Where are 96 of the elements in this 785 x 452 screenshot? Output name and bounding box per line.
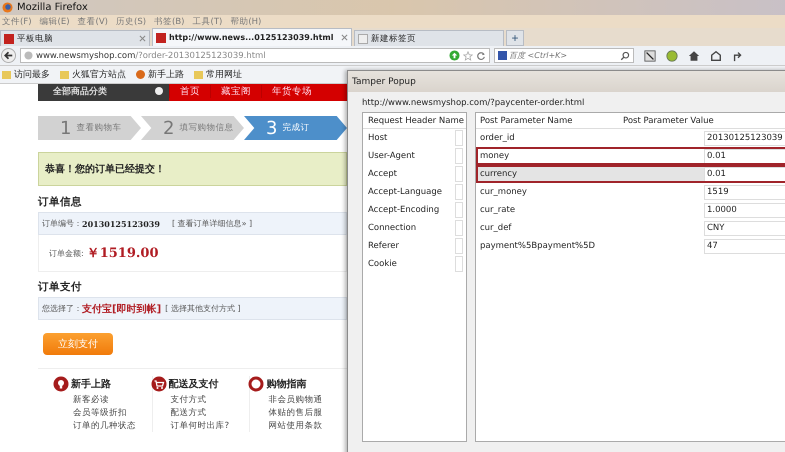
header-value-field[interactable] — [455, 238, 463, 254]
header-name[interactable]: Accept-Language — [368, 187, 442, 197]
order-number-label: 订单编号： — [42, 218, 82, 229]
progress-step: 3 完成订 — [244, 116, 347, 140]
footer-link[interactable]: 体贴的售后服 — [250, 407, 348, 419]
details-link[interactable]: [ 查看订单详细信息» ] — [172, 218, 252, 229]
amount-label: 订单金额: — [49, 248, 84, 258]
highlighted-parameter-row[interactable]: currency 0.01 — [476, 165, 785, 183]
menu-item[interactable]: 编辑(E) — [40, 16, 70, 28]
parameter-row[interactable]: cur_rate 1.0000 — [476, 201, 785, 219]
order-amount: ￥1519.00 — [86, 245, 159, 262]
section-heading: 订单支付 — [38, 280, 83, 294]
column-header: Post Parameter Value — [623, 116, 714, 126]
nav-link[interactable]: 首页 — [169, 84, 210, 98]
browser-tab[interactable]: http://www.news...0125123039.html — [152, 28, 352, 46]
progress-step: 1 查看购物车 — [38, 116, 141, 140]
bookmark-item[interactable]: 火狐官方站点 — [60, 68, 126, 81]
reload-icon[interactable] — [476, 50, 486, 60]
parameter-row[interactable]: order_id 20130125123039 — [476, 129, 785, 147]
back-icon[interactable] — [1, 48, 16, 63]
parameter-value-field[interactable]: 1.0000 — [704, 202, 785, 218]
success-message: 恭喜！您的订单已经提交！ — [38, 152, 347, 186]
parameter-row[interactable]: cur_money 1519 — [476, 183, 785, 201]
header-value-field[interactable] — [455, 220, 463, 236]
browser-tab[interactable]: 平板电脑 — [0, 30, 150, 46]
site-logo-icon — [4, 34, 14, 44]
parameter-row[interactable]: payment%5Bpayment%5D 47 — [476, 237, 785, 255]
footer-link[interactable]: 新客必读 — [55, 394, 152, 406]
close-icon[interactable] — [341, 34, 348, 41]
return-arrow-icon[interactable] — [732, 50, 744, 62]
address-field[interactable]: www.newsmyshop.com/?order-20130125123039.html — [20, 48, 490, 63]
header-name[interactable]: Cookie — [368, 259, 397, 269]
header-value-field[interactable] — [455, 184, 463, 200]
footer-link[interactable]: 会员等级折扣 — [55, 407, 152, 419]
popup-title: Tamper Popup — [348, 71, 785, 92]
footer-link[interactable]: 非会员购物通 — [250, 394, 348, 406]
footer-heading: 新手上路 — [71, 377, 111, 391]
highlighted-parameter-row[interactable]: money 0.01 — [476, 147, 785, 165]
footer-link[interactable]: 订单何时出库? — [152, 420, 250, 432]
search-icon[interactable] — [620, 50, 630, 60]
page-icon — [358, 34, 368, 44]
go-icon[interactable] — [449, 50, 460, 61]
header-value-field[interactable] — [455, 148, 463, 164]
request-url: http://www.newsmyshop.com/?paycenter-order.html — [362, 98, 586, 108]
search-bar[interactable]: 百度 <Ctrl+K> — [494, 48, 634, 63]
search-engine-icon — [498, 51, 507, 60]
browser-logo-icon — [2, 2, 13, 13]
parameter-row[interactable]: cur_def CNY — [476, 219, 785, 237]
footer-heading: 配送及支付 — [168, 378, 219, 391]
search-field[interactable]: 百度 <Ctrl+K> — [509, 51, 618, 60]
payment-method: 支付宝[即时到帐] — [82, 302, 162, 316]
header-value-field[interactable] — [455, 130, 463, 146]
new-tab-button[interactable]: + — [506, 30, 524, 46]
progress-step: 2 填写购物信息 — [141, 116, 244, 140]
close-icon[interactable] — [139, 35, 146, 42]
parameter-value-field[interactable]: 0.01 — [704, 166, 785, 182]
change-payment-link[interactable]: [ 选择其他支付方式 ] — [165, 303, 240, 314]
addon-icon[interactable] — [666, 50, 678, 62]
lightbulb-icon — [53, 376, 69, 392]
parameter-value-field[interactable]: 20130125123039 — [704, 130, 785, 146]
star-icon[interactable] — [463, 50, 473, 60]
order-number: 20130125123039 — [82, 218, 160, 228]
parameter-value-field[interactable]: 0.01 — [704, 148, 785, 164]
footer-link[interactable]: 配送方式 — [152, 407, 250, 419]
bookmark-item[interactable]: 新手上路 — [136, 68, 184, 81]
globe-icon — [24, 51, 33, 60]
header-value-field[interactable] — [455, 256, 463, 272]
header-value-field[interactable] — [455, 166, 463, 182]
bookmark-item[interactable]: 常用网址 — [194, 68, 242, 81]
bookmark-item[interactable]: 访问最多 — [2, 68, 50, 81]
column-header: Request Header Name — [363, 113, 466, 129]
section-heading: 订单信息 — [38, 195, 83, 209]
header-name[interactable]: Accept-Encoding — [368, 205, 440, 215]
header-name[interactable]: User-Agent — [368, 151, 415, 161]
footer-link[interactable]: 网站使用条款 — [250, 420, 348, 432]
column-header: Post Parameter Name — [479, 116, 574, 126]
header-value-field[interactable] — [455, 202, 463, 218]
category-menu[interactable]: 全部商品分类 — [38, 84, 169, 101]
footer-link[interactable]: 支付方式 — [152, 394, 250, 406]
parameter-value-field[interactable]: CNY — [704, 220, 785, 236]
nav-link[interactable]: 年货专场 — [261, 84, 322, 98]
payment-label: 您选择了： — [42, 303, 82, 314]
header-name[interactable]: Accept — [368, 169, 397, 179]
header-name[interactable]: Host — [368, 133, 388, 143]
cart-icon — [150, 376, 167, 392]
footer-heading: 购物指南 — [266, 378, 306, 391]
window-title: Mozilla Firefox — [17, 2, 88, 13]
home-icon[interactable] — [688, 50, 700, 62]
parameter-value-field[interactable]: 1519 — [704, 184, 785, 200]
browser-tab[interactable]: 新建标签页 — [354, 30, 504, 46]
site-logo-icon — [156, 32, 166, 42]
header-name[interactable]: Connection — [368, 223, 416, 233]
nav-link[interactable]: 藏宝阁 — [210, 84, 261, 98]
footer-link[interactable]: 订单的几种状态 — [55, 420, 152, 432]
header-name[interactable]: Referer — [368, 241, 400, 251]
parameter-value-field[interactable]: 47 — [704, 238, 785, 254]
